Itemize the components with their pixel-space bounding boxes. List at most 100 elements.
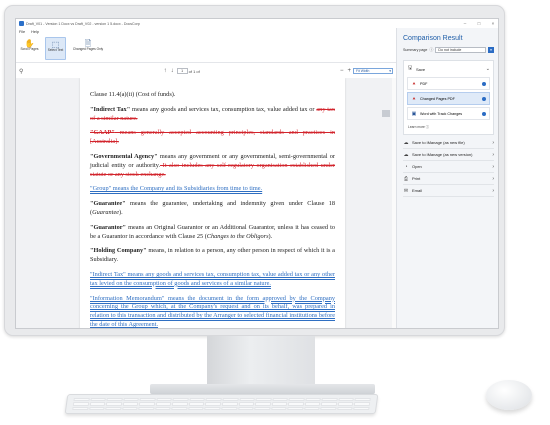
keyboard-key (172, 398, 189, 402)
chevron-right-icon: › (492, 175, 494, 182)
help-icon[interactable] (482, 111, 486, 116)
keyboard-key (156, 398, 173, 402)
mouse (486, 380, 532, 410)
text-indirect-tax: means any goods and services tax, consum… (130, 105, 317, 113)
text-guarantor-end: ). (268, 232, 273, 240)
learn-more-link[interactable]: Learn more ⓘ (407, 122, 490, 132)
select-text-label: Select Text (47, 48, 64, 52)
close-button[interactable]: × (486, 21, 498, 26)
paragraph-guarantee: "Guarantee" means the guarantee, underta… (90, 200, 335, 218)
text-cost-of-funds: Clause 11.4(a)(ii) (Cost of funds). (90, 91, 176, 98)
zoom-out-icon[interactable]: − (340, 68, 344, 74)
save-option-label: Changed Pages PDF (420, 96, 455, 101)
print-button[interactable]: ⎙ Print › (403, 173, 494, 185)
chevron-right-icon: › (492, 139, 494, 146)
paragraph-group-inserted: "Group" means the Company and its Subsid… (90, 185, 335, 194)
keyboard-key (354, 402, 371, 406)
keyboard-key (337, 406, 354, 410)
cloud-icon: ☁ (403, 151, 409, 158)
learn-more-label: Learn more (408, 125, 425, 129)
paragraph-governmental-agency: "Governmental Agency" means any governme… (90, 153, 335, 179)
save-group: 🖫 Save ⌄ ⯅ PDF ⯅ Changed Pages PDF ▣ Wor… (403, 60, 494, 135)
search-icon[interactable]: ⚲ (19, 68, 23, 75)
paragraph-indirect-tax-inserted: "Indirect Tax" means any goods and servi… (90, 271, 335, 289)
document-toolbar: ⚲ ↑ ↓ 1 of 1 of − + Fit Width ▾ (16, 66, 396, 76)
keyboard-key (105, 406, 122, 410)
summary-page-row: Summary page ⓘ Do not include ▾ (403, 47, 494, 53)
email-icon: ✉ (403, 187, 409, 194)
help-icon: ⓘ (425, 125, 430, 129)
keyboard-key (106, 398, 123, 402)
minimize-button[interactable]: – (458, 21, 472, 26)
term-guarantee: "Guarantee" (90, 200, 126, 208)
save-option-word-track-changes[interactable]: ▣ Word with Track Changes (407, 107, 490, 120)
save-imanage-new-file-button[interactable]: ☁ Save to iManage (as new file) › (403, 137, 494, 149)
action-label: Save to iManage (as new file) (412, 140, 465, 145)
screen: Draft_V01 - Version 1 Docx vs Draft_V02 … (15, 18, 499, 329)
keyboard-key (121, 406, 138, 410)
help-icon[interactable] (482, 81, 486, 86)
save-icon: 🖫 (407, 65, 413, 71)
italic-changes-to-obligors: Changes to the Obligors (206, 232, 269, 240)
keyboard-key (188, 402, 205, 406)
menu-file[interactable]: File (19, 30, 25, 34)
cloud-icon: ☁ (403, 139, 409, 146)
term-holding-company: "Holding Company" (90, 247, 147, 255)
term-indirect-tax: "Indirect Tax" (90, 105, 131, 113)
app-icon (19, 21, 24, 26)
inserted-text: "Indirect Tax" means any goods and servi… (90, 270, 335, 287)
keyboard-key (122, 402, 139, 406)
action-label: Open (412, 164, 422, 169)
help-icon[interactable] (482, 96, 486, 101)
keyboard-key (205, 398, 222, 402)
title-bar: Draft_V01 - Version 1 Docx vs Draft_V02 … (16, 19, 498, 28)
changed-pages-only-button[interactable]: 🗎 Changed Pages Only (71, 37, 105, 60)
zoom-select[interactable]: Fit Width ▾ (353, 68, 393, 74)
keyboard-key (155, 402, 172, 406)
keyboard-key (287, 402, 305, 406)
monitor-stand-base (150, 384, 375, 394)
keyboard-key (270, 406, 287, 410)
email-button[interactable]: ✉ Email › (403, 185, 494, 197)
keyboard-key (271, 402, 288, 406)
inserted-text: "Information Memorandum" means the docum… (90, 294, 335, 328)
summary-page-select[interactable]: Do not include (435, 47, 486, 53)
chevron-down-icon[interactable]: ▾ (488, 47, 494, 53)
open-button[interactable]: ◔ Open › (403, 161, 494, 173)
keyboard-key (353, 406, 370, 410)
document-view[interactable]: Clause 11.4(a)(ii) (Cost of funds). "Ind… (16, 78, 396, 328)
save-option-changed-pages-pdf[interactable]: ⯅ Changed Pages PDF (407, 92, 490, 105)
keyboard-key (89, 398, 106, 402)
action-label: Email (412, 188, 423, 193)
menu-help[interactable]: Help (31, 30, 39, 34)
keyboard-key (139, 398, 156, 402)
previous-page-icon[interactable]: ↑ (164, 68, 167, 74)
keyboard-key (171, 406, 188, 410)
paragraph-information-memorandum-inserted: "Information Memorandum" means the docum… (90, 294, 335, 328)
panel-title: Comparison Result (403, 35, 463, 42)
save-option-pdf[interactable]: ⯅ PDF (407, 77, 490, 90)
keyboard-key (338, 398, 355, 402)
select-text-button[interactable]: ⬚ Select Text (45, 37, 66, 60)
keyboard-key (188, 406, 205, 410)
info-icon[interactable]: ⓘ (429, 47, 433, 53)
page-number-input[interactable]: 1 (176, 68, 188, 74)
keyboard-key (354, 398, 371, 402)
scroll-pages-label: Scroll Pages (20, 47, 39, 51)
next-page-icon[interactable]: ↓ (171, 68, 174, 74)
maximize-button[interactable]: □ (472, 21, 486, 26)
keyboard-key (321, 402, 338, 406)
zoom-in-icon[interactable]: + (347, 68, 351, 74)
scroll-pages-button[interactable]: ✋ Scroll Pages (19, 37, 40, 60)
change-marker[interactable] (382, 110, 390, 117)
save-imanage-new-version-button[interactable]: ☁ Save to iManage (as new version) › (403, 149, 494, 161)
keyboard-key (138, 406, 155, 410)
save-toggle[interactable]: 🖫 Save ⌄ (407, 63, 490, 75)
keyboard-key (172, 402, 189, 406)
keyboard-key (305, 398, 322, 402)
chevron-down-icon: ▾ (389, 69, 391, 73)
keyboard-key (321, 398, 338, 402)
keyboard-key (222, 398, 239, 402)
keyboard-key (154, 406, 171, 410)
keyboard-key (205, 402, 222, 406)
